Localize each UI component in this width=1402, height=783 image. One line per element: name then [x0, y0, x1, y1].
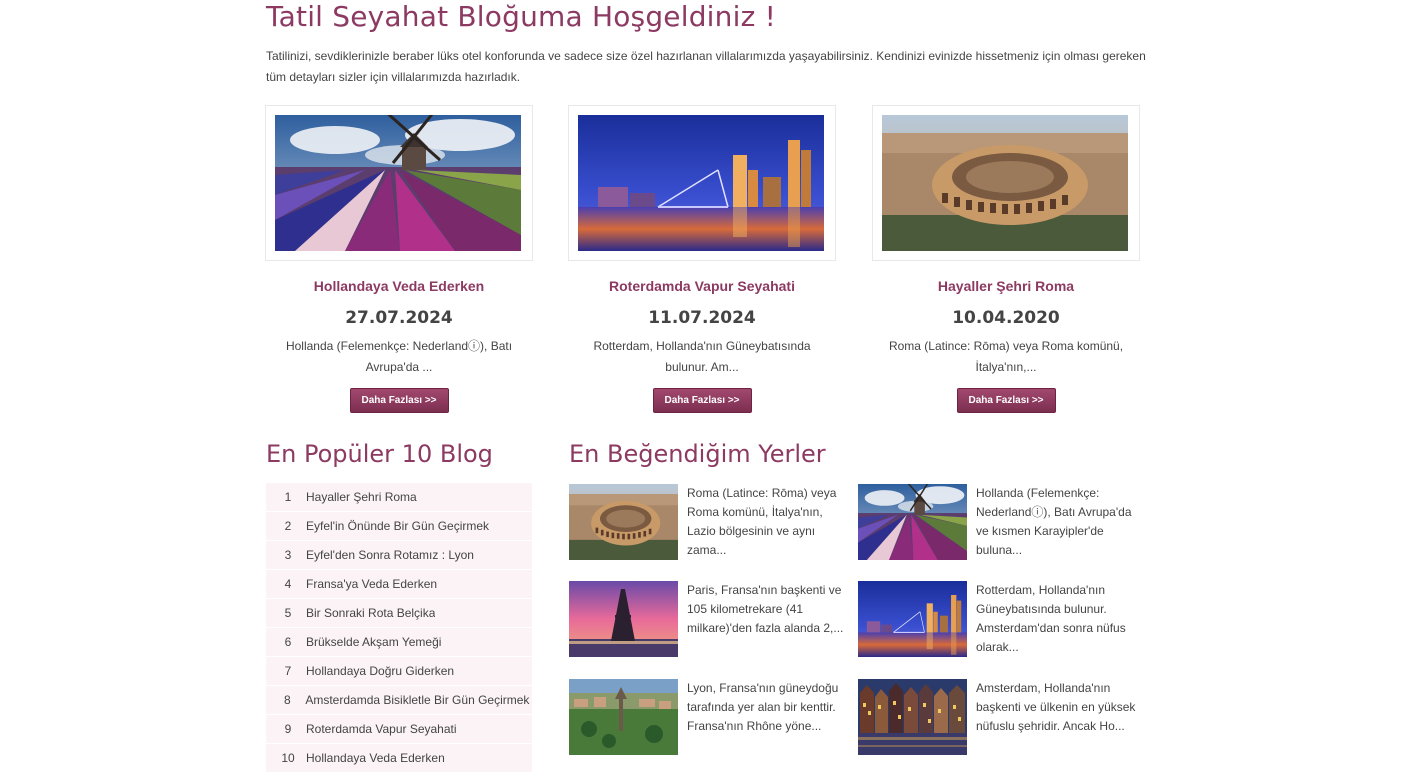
- card-title[interactable]: Hayaller Şehri Roma: [872, 278, 1140, 294]
- favorite-item[interactable]: Lyon, Fransa'nın güneydoğu tarafında yer…: [569, 679, 859, 759]
- card-date: 11.07.2024: [648, 308, 756, 328]
- read-more-button[interactable]: Daha Fazlası >>: [956, 388, 1056, 413]
- list-item-label: Eyfel'in Önünde Bir Gün Geçirmek: [306, 519, 490, 533]
- list-item[interactable]: 9 Roterdamda Vapur Seyahati: [266, 715, 532, 744]
- card-description: Hollanda (Felemenkçe: Nederlandⓘ), Batı …: [285, 339, 513, 374]
- card-image-frame[interactable]: [568, 105, 836, 261]
- list-item[interactable]: 10 Hollandaya Veda Ederken: [266, 744, 532, 773]
- favorite-text: Paris, Fransa'nın başkenti ve 105 kilome…: [687, 583, 844, 635]
- list-item[interactable]: 5 Bir Sonraki Rota Belçika: [266, 599, 532, 628]
- page-title: Tatil Seyahat Bloğuma Hoşgeldiniz !: [266, 0, 777, 33]
- list-item-label: Eyfel'den Sonra Rotamız : Lyon: [306, 548, 474, 562]
- list-item-number: 1: [284, 490, 292, 504]
- rotterdam-thumbnail[interactable]: [858, 581, 967, 657]
- featured-card: Roterdamda Vapur Seyahati 11.07.2024 Rot…: [568, 105, 836, 413]
- card-image-frame[interactable]: [265, 105, 533, 261]
- list-item-number: 9: [284, 722, 292, 736]
- list-item[interactable]: 8 Amsterdamda Bisikletle Bir Gün Geçirmek…: [266, 686, 532, 715]
- list-item-number: 6: [284, 635, 292, 649]
- list-item-number: 3: [284, 548, 292, 562]
- list-item-number: 7: [284, 664, 292, 678]
- list-item-label: Fransa'ya Veda Ederken: [306, 577, 438, 591]
- list-item[interactable]: 2 Eyfel'in Önünde Bir Gün Geçirmek: [266, 512, 532, 541]
- list-item[interactable]: 4 Fransa'ya Veda Ederken: [266, 570, 532, 599]
- favorite-item[interactable]: Hollanda (Felemenkçe: Nederlandⓘ), Batı …: [858, 484, 1148, 564]
- list-item-label: Hollandaya Veda Ederken: [306, 751, 445, 765]
- popular-list: 1 Hayaller Şehri Roma 2 Eyfel'in Önünde Bi…: [266, 483, 532, 773]
- card-title[interactable]: Hollandaya Veda Ederken: [265, 278, 533, 294]
- list-item[interactable]: 6 Brükselde Akşam Yemeği: [266, 628, 532, 657]
- list-item-label: Bir Sonraki Rota Belçika: [306, 606, 436, 620]
- favorite-item[interactable]: Rotterdam, Hollanda'nın Güneybatısında b…: [858, 581, 1148, 661]
- amsterdam-thumbnail[interactable]: [858, 679, 967, 755]
- card-description: Rotterdam, Hollanda'nın Güneybatısında b…: [593, 339, 811, 374]
- list-item-number: 5: [284, 606, 292, 620]
- popular-heading: En Popüler 10 Blog: [266, 440, 493, 468]
- colosseum-image: [882, 115, 1128, 251]
- favorite-text: Rotterdam, Hollanda'nın Güneybatısında b…: [976, 583, 1126, 654]
- card-title[interactable]: Roterdamda Vapur Seyahati: [568, 278, 836, 294]
- read-more-button[interactable]: Daha Fazlası >>: [349, 388, 449, 413]
- windmill-thumbnail[interactable]: [858, 484, 967, 560]
- list-item-number: 8: [284, 693, 291, 707]
- card-date: 10.04.2020: [952, 308, 1060, 328]
- card-description: Roma (Latince: Rōma) veya Roma komünü, İ…: [888, 339, 1124, 374]
- windmill-tulip-image: [275, 115, 521, 251]
- card-image-frame[interactable]: [872, 105, 1140, 261]
- list-item[interactable]: 1 Hayaller Şehri Roma: [266, 483, 532, 512]
- favorite-item[interactable]: Amsterdam, Hollanda'nın başkenti ve ülke…: [858, 679, 1148, 759]
- rotterdam-night-image: [578, 115, 824, 251]
- featured-card: Hollandaya Veda Ederken 27.07.2024 Holla…: [265, 105, 533, 413]
- colosseum-thumbnail[interactable]: [569, 484, 678, 560]
- favorite-item[interactable]: Roma (Latince: Rōma) veya Roma komünü, İ…: [569, 484, 859, 564]
- list-item-label: Brükselde Akşam Yemeği: [306, 635, 442, 649]
- list-item-label: Amsterdamda Bisikletle Bir Gün Geçirmek …: [305, 693, 532, 707]
- favorite-text: Hollanda (Felemenkçe: Nederlandⓘ), Batı …: [976, 486, 1132, 557]
- list-item-number: 2: [284, 519, 292, 533]
- favorite-text: Amsterdam, Hollanda'nın başkenti ve ülke…: [976, 681, 1136, 733]
- favorite-text: Roma (Latince: Rōma) veya Roma komünü, İ…: [687, 486, 837, 557]
- list-item[interactable]: 3 Eyfel'den Sonra Rotamız : Lyon: [266, 541, 532, 570]
- list-item-number: 10: [281, 751, 295, 765]
- intro-text: Tatilinizi, sevdiklerinizle beraber lüks…: [266, 49, 1146, 84]
- card-date: 27.07.2024: [345, 308, 453, 328]
- list-item[interactable]: 7 Hollandaya Doğru Giderken: [266, 657, 532, 686]
- featured-card: Hayaller Şehri Roma 10.04.2020 Roma (Lat…: [872, 105, 1140, 413]
- read-more-button[interactable]: Daha Fazlası >>: [652, 388, 752, 413]
- list-item-label: Hayaller Şehri Roma: [306, 490, 417, 504]
- eiffel-thumbnail[interactable]: [569, 581, 678, 657]
- list-item-number: 4: [284, 577, 292, 591]
- favorite-text: Lyon, Fransa'nın güneydoğu tarafında yer…: [687, 681, 839, 733]
- list-item-label: Hollandaya Doğru Giderken: [306, 664, 455, 678]
- favorites-heading: En Beğendiğim Yerler: [569, 440, 826, 468]
- favorite-item[interactable]: Paris, Fransa'nın başkenti ve 105 kilome…: [569, 581, 859, 661]
- list-item-label: Roterdamda Vapur Seyahati: [306, 722, 457, 736]
- lyon-thumbnail[interactable]: [569, 679, 678, 755]
- page: Tatil Seyahat Bloğuma Hoşgeldiniz ! Tati…: [0, 0, 1402, 783]
